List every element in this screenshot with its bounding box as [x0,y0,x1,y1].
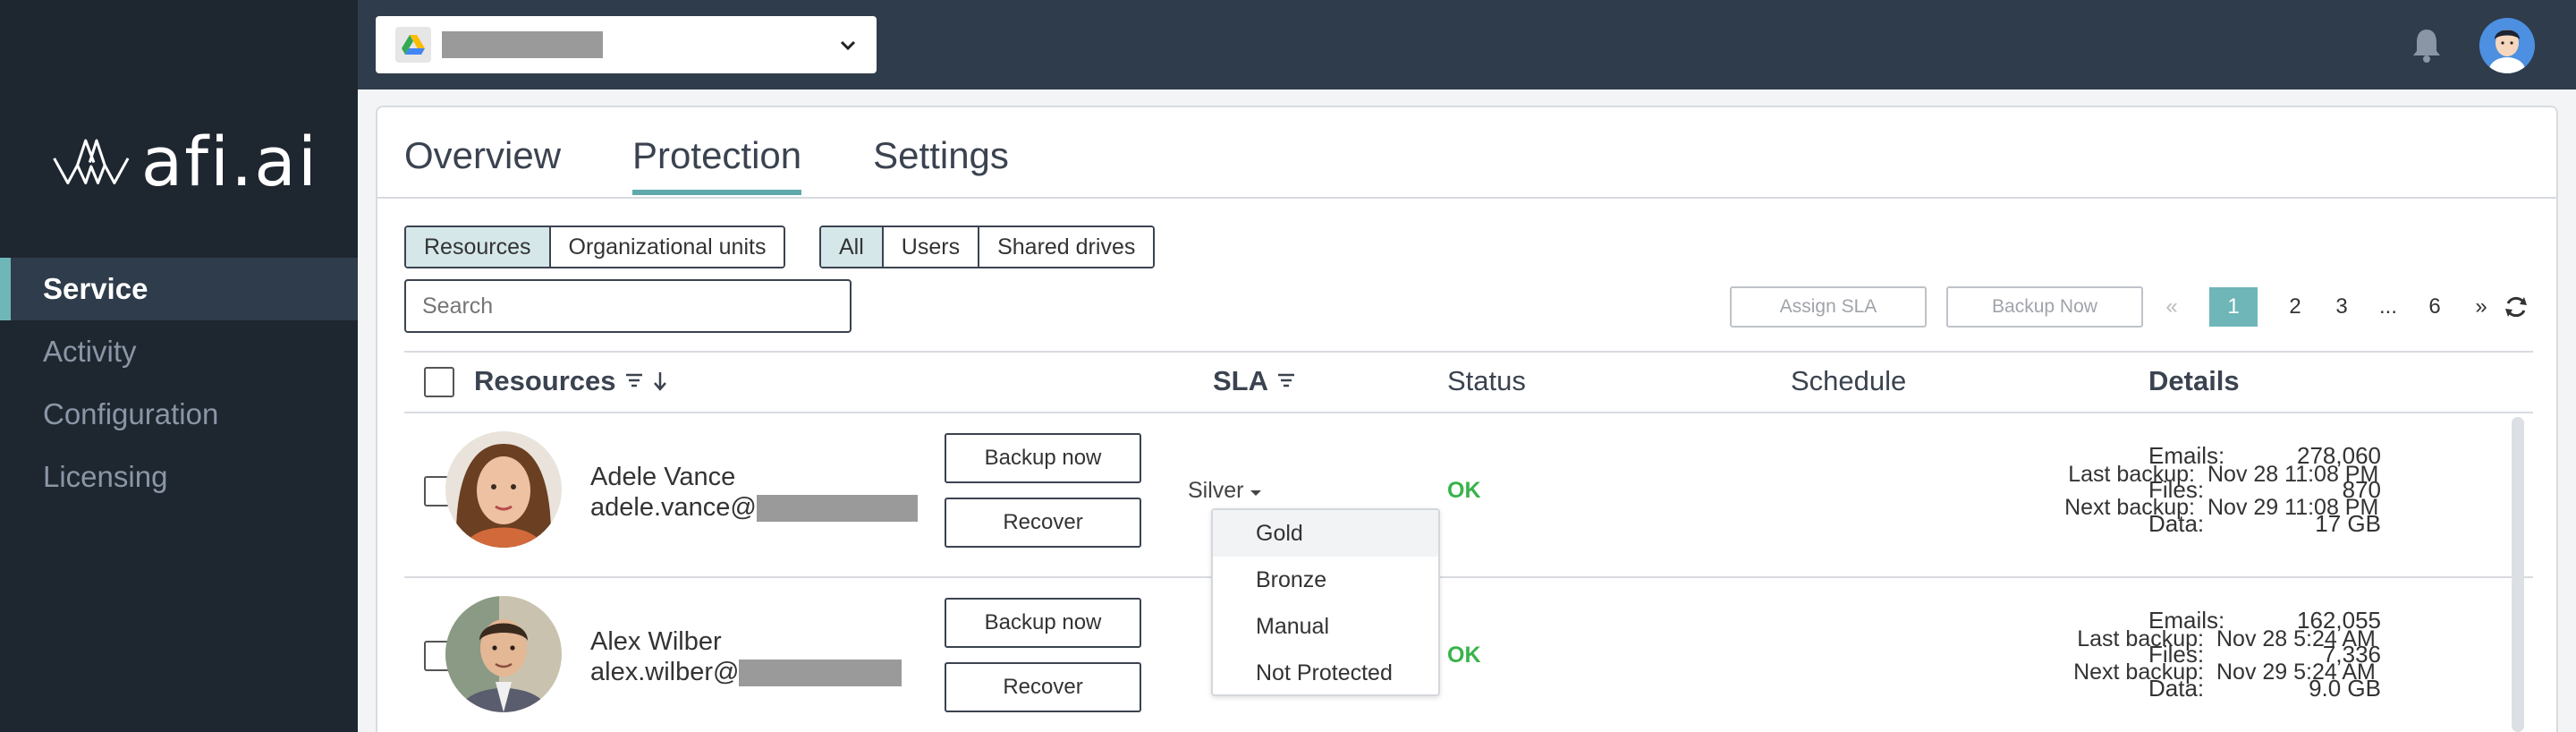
pagination: « 1 2 3 ... 6 » [2163,286,2529,328]
tab-settings[interactable]: Settings [873,134,1009,195]
sla-value: Silver [1188,478,1244,503]
emails-label: Emails: [2148,442,2225,469]
search-input[interactable] [404,279,852,333]
user-avatar-icon[interactable] [2479,18,2535,73]
files-value: 7,336 [2322,641,2381,668]
status-badge: OK [1447,643,1481,668]
files-label: Files: [2148,476,2205,503]
email-domain-redacted [739,660,902,687]
page-ellipsis: ... [2379,294,2398,319]
recover-button[interactable]: Recover [945,662,1141,712]
resource-name-cell: Adele Vance adele.vance@ [590,462,918,523]
sla-option-manual[interactable]: Manual [1213,603,1438,650]
emails-value: 278,060 [2297,442,2381,469]
sidebar-item-activity[interactable]: Activity [0,320,358,383]
files-label: Files: [2148,641,2205,668]
sort-down-icon[interactable] [652,371,668,391]
data-value: 9.0 GB [2309,675,2381,702]
row-divider [404,576,2533,578]
files-value: 870 [2342,476,2381,503]
sla-dropdown-menu: Gold Bronze Manual Not Protected [1211,508,1440,696]
protection-card: Overview Protection Settings Resources O… [376,106,2558,732]
emails-label: Emails: [2148,607,2225,634]
column-resources-label: Resources [474,365,616,396]
column-schedule: Schedule [1791,365,1907,396]
details-row-2: Emails: 162,055 Files: 7,336 Data: 9.0 GB [2148,603,2381,705]
bell-icon[interactable] [2411,27,2442,63]
page-prev[interactable]: « [2163,294,2181,319]
page-next[interactable]: » [2472,294,2490,319]
select-all-checkbox[interactable] [424,367,454,397]
column-status: Status [1447,365,1526,396]
tenant-name-redacted [442,31,603,58]
filter-icon[interactable] [1277,373,1295,389]
backup-now-row-button[interactable]: Backup now [945,598,1141,648]
caret-down-icon [1250,490,1262,496]
data-label: Data: [2148,510,2205,537]
afi-crown-icon [53,139,130,184]
sidebar-item-licensing[interactable]: Licensing [0,446,358,508]
sla-select[interactable]: Silver [1188,478,1262,504]
tenant-selector[interactable] [376,16,877,73]
type-all-button[interactable]: All [821,227,884,267]
sla-option-gold[interactable]: Gold [1213,510,1438,557]
sidebar-item-configuration[interactable]: Configuration [0,383,358,446]
resource-name: Adele Vance [590,463,736,491]
backup-now-button[interactable]: Backup Now [1946,286,2143,328]
refresh-icon[interactable] [2503,294,2529,320]
column-resources[interactable]: Resources [474,365,668,397]
tabs-divider [377,197,2556,199]
backup-now-row-button[interactable]: Backup now [945,433,1141,483]
resource-name-cell: Alex Wilber alex.wilber@ [590,626,902,687]
tab-protection[interactable]: Protection [632,134,802,195]
google-drive-icon [395,27,431,63]
data-value: 17 GB [2315,510,2381,537]
page-3[interactable]: 3 [2333,294,2351,319]
details-row-1: Emails: 278,060 Files: 870 Data: 17 GB [2148,438,2381,540]
page-1[interactable]: 1 [2209,287,2258,327]
resource-email: alex.wilber@ [590,657,902,687]
afi-logo[interactable]: afi.ai [50,122,318,201]
avatar [445,431,562,548]
resource-email: adele.vance@ [590,492,918,523]
sidebar: afi.ai Service Activity Configuration Li… [0,0,358,732]
logo-text: afi.ai [140,121,318,201]
column-details: Details [2148,365,2240,396]
type-toggle: All Users Shared drives [819,226,1156,268]
tab-overview[interactable]: Overview [404,134,561,195]
email-domain-redacted [756,495,918,523]
resource-email-prefix: alex.wilber@ [590,658,740,686]
emails-value: 162,055 [2297,607,2381,634]
column-sla[interactable]: SLA [1213,365,1295,397]
page-6[interactable]: 6 [2426,294,2444,319]
resource-email-prefix: adele.vance@ [590,493,757,522]
sla-option-bronze[interactable]: Bronze [1213,557,1438,603]
tab-bar: Overview Protection Settings [404,134,1009,195]
data-label: Data: [2148,675,2205,702]
table-scrollbar[interactable] [2512,417,2524,732]
chevron-down-icon [840,40,856,51]
scope-toggle: Resources Organizational units [404,226,786,268]
sidebar-nav: Service Activity Configuration Licensing [0,258,358,508]
status-badge: OK [1447,478,1481,503]
page-2[interactable]: 2 [2286,294,2304,319]
table-header-top-border [404,351,2533,353]
filter-icon[interactable] [625,373,643,389]
sidebar-item-service[interactable]: Service [0,258,358,320]
type-shared-drives-button[interactable]: Shared drives [979,227,1154,267]
recover-button[interactable]: Recover [945,498,1141,548]
type-users-button[interactable]: Users [883,227,980,267]
column-sla-label: SLA [1213,365,1268,396]
assign-sla-button[interactable]: Assign SLA [1730,286,1927,328]
sla-option-not-protected[interactable]: Not Protected [1213,650,1438,696]
table-header-bottom-border [404,412,2533,413]
scope-org-units-button[interactable]: Organizational units [550,227,784,267]
scope-resources-button[interactable]: Resources [406,227,551,267]
avatar [445,596,562,712]
resource-name: Alex Wilber [590,627,722,656]
